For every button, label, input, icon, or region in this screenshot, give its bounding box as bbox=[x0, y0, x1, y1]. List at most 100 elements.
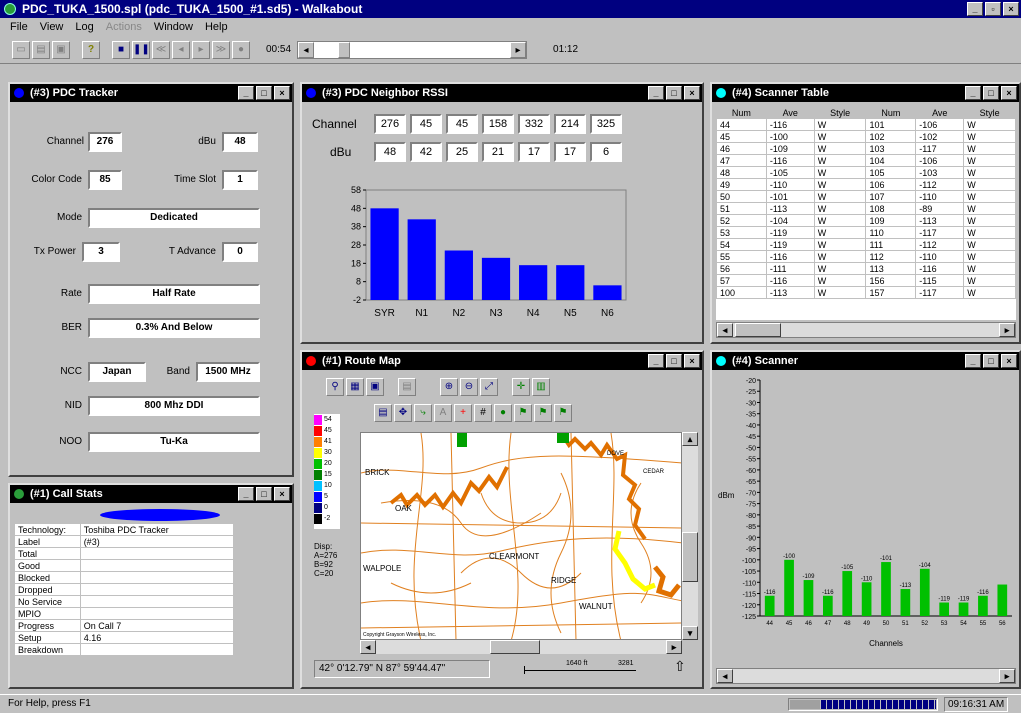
street-map[interactable]: BRICK OAK WALPOLE CLEARMONT RIDGE WALNUT DOVE C… bbox=[361, 433, 682, 640]
maximize-button[interactable]: □ bbox=[666, 354, 682, 368]
map-cross-icon[interactable]: + bbox=[454, 404, 472, 422]
new-file-icon[interactable]: ▭ bbox=[12, 40, 30, 59]
menu-help[interactable]: Help bbox=[205, 21, 228, 33]
maximize-button[interactable]: □ bbox=[983, 86, 999, 100]
minimize-button[interactable]: _ bbox=[238, 487, 254, 501]
close-button[interactable]: × bbox=[1001, 354, 1017, 368]
bar-ch46 bbox=[803, 580, 814, 616]
map-pan-icon[interactable]: ✥ bbox=[394, 404, 412, 422]
minimize-button[interactable]: _ bbox=[965, 354, 981, 368]
map-flag-icon[interactable]: ⚑ bbox=[534, 404, 552, 422]
map-label-icon[interactable]: A bbox=[434, 404, 452, 422]
pause-icon[interactable]: ❚❚ bbox=[132, 40, 150, 59]
scroll-up-icon[interactable]: ▴ bbox=[682, 432, 698, 446]
help-icon[interactable]: ? bbox=[82, 40, 100, 59]
scroll-thumb[interactable] bbox=[682, 532, 698, 582]
table-cell: W bbox=[963, 142, 1016, 155]
minimize-button[interactable]: _ bbox=[648, 86, 664, 100]
scroll-thumb[interactable] bbox=[735, 323, 781, 337]
map-grid-icon[interactable]: # bbox=[474, 404, 492, 422]
table-cell: W bbox=[963, 226, 1016, 239]
minimize-button[interactable]: _ bbox=[965, 86, 981, 100]
menu-file[interactable]: File bbox=[10, 21, 28, 33]
column-header[interactable]: Num bbox=[865, 106, 917, 119]
street-label: CLEARMONT bbox=[489, 552, 539, 561]
map-view-icon[interactable]: ▤ bbox=[374, 404, 392, 422]
record-icon[interactable]: ● bbox=[232, 40, 250, 59]
map-layer-icon[interactable]: ▦ bbox=[346, 378, 364, 396]
crosshair-icon[interactable]: ✛ bbox=[512, 378, 530, 396]
map-search-icon[interactable]: ⚲ bbox=[326, 378, 344, 396]
column-header[interactable]: Num bbox=[716, 106, 767, 119]
fast-forward-icon[interactable]: ≫ bbox=[212, 40, 230, 59]
map-print-icon[interactable]: ▤ bbox=[398, 378, 416, 396]
playback-slider[interactable]: ◂ ▸ bbox=[297, 40, 528, 59]
menu-actions[interactable]: Actions bbox=[106, 21, 142, 33]
x-tick-label: 52 bbox=[921, 621, 928, 627]
step-back-icon[interactable]: ◂ bbox=[172, 40, 190, 59]
close-button[interactable]: × bbox=[684, 354, 700, 368]
map-route-icon[interactable]: ⤷ bbox=[414, 404, 432, 422]
column-header[interactable]: Ave bbox=[915, 106, 965, 119]
table-cell: 156 bbox=[865, 274, 917, 287]
stop-icon[interactable]: ■ bbox=[112, 40, 130, 59]
scroll-left-icon[interactable]: ◂ bbox=[717, 323, 733, 337]
scroll-right-icon[interactable]: ▸ bbox=[999, 669, 1015, 683]
scanner-horizontal-scrollbar[interactable]: ◂ ▸ bbox=[716, 668, 1016, 684]
slider-right-icon[interactable]: ▸ bbox=[510, 41, 527, 58]
map-canvas[interactable]: BRICK OAK WALPOLE CLEARMONT RIDGE WALNUT DOVE C… bbox=[360, 432, 682, 640]
maximize-button[interactable]: □ bbox=[256, 86, 272, 100]
scroll-left-icon[interactable]: ◂ bbox=[717, 669, 733, 683]
column-header[interactable]: Style bbox=[813, 106, 867, 119]
menu-log[interactable]: Log bbox=[75, 21, 93, 33]
maximize-button[interactable]: □ bbox=[666, 86, 682, 100]
time-end: 01:12 bbox=[553, 44, 579, 55]
rewind-icon[interactable]: ≪ bbox=[152, 40, 170, 59]
scroll-right-icon[interactable]: ▸ bbox=[999, 323, 1015, 337]
menu-window[interactable]: Window bbox=[154, 21, 193, 33]
zoom-fit-icon[interactable]: ⤢ bbox=[480, 378, 498, 396]
scroll-thumb[interactable] bbox=[490, 640, 540, 654]
scroll-left-icon[interactable]: ◂ bbox=[360, 640, 376, 654]
stats-value bbox=[79, 607, 235, 620]
close-button[interactable]: × bbox=[1001, 86, 1017, 100]
map-vertical-scrollbar[interactable]: ▴ ▾ bbox=[682, 432, 698, 640]
close-button[interactable]: × bbox=[684, 86, 700, 100]
restore-button[interactable]: ▫ bbox=[985, 2, 1001, 16]
menu-view[interactable]: View bbox=[40, 21, 64, 33]
play-icon[interactable]: ▸ bbox=[192, 40, 210, 59]
slider-thumb[interactable] bbox=[338, 41, 351, 58]
close-button[interactable]: × bbox=[274, 487, 290, 501]
bar-ch47 bbox=[823, 595, 833, 616]
zoom-in-icon[interactable]: ⊕ bbox=[440, 378, 458, 396]
map-dot-icon[interactable]: ● bbox=[494, 404, 512, 422]
chart-icon[interactable]: ▥ bbox=[532, 378, 550, 396]
map-pin-icon[interactable]: ⚑ bbox=[514, 404, 532, 422]
map-horizontal-scrollbar[interactable]: ◂ ▸ bbox=[360, 640, 682, 654]
horizontal-scrollbar[interactable]: ◂ ▸ bbox=[716, 322, 1016, 338]
minimize-button[interactable]: _ bbox=[967, 2, 983, 16]
close-button[interactable]: × bbox=[1003, 2, 1019, 16]
save-icon[interactable]: ▣ bbox=[52, 40, 70, 59]
zoom-out-icon[interactable]: ⊖ bbox=[460, 378, 478, 396]
column-header[interactable]: Ave bbox=[765, 106, 815, 119]
scroll-down-icon[interactable]: ▾ bbox=[682, 626, 698, 640]
maximize-button[interactable]: □ bbox=[983, 354, 999, 368]
scroll-right-icon[interactable]: ▸ bbox=[666, 640, 682, 654]
minimize-button[interactable]: _ bbox=[648, 354, 664, 368]
open-file-icon[interactable]: ▤ bbox=[32, 40, 50, 59]
close-button[interactable]: × bbox=[274, 86, 290, 100]
rssi-dbu-cell: 21 bbox=[482, 142, 514, 162]
minimize-button[interactable]: _ bbox=[238, 86, 254, 100]
rate-value: Half Rate bbox=[88, 284, 260, 304]
table-cell: 50 bbox=[716, 190, 767, 203]
street-line bbox=[361, 622, 681, 629]
maximize-button[interactable]: □ bbox=[256, 487, 272, 501]
slider-left-icon[interactable]: ◂ bbox=[298, 41, 315, 58]
rssi-dbu-cell: 25 bbox=[446, 142, 478, 162]
y-tick-label: -125 bbox=[742, 614, 756, 621]
map-flag2-icon[interactable]: ⚑ bbox=[554, 404, 572, 422]
map-image-icon[interactable]: ▣ bbox=[366, 378, 384, 396]
table-cell: 104 bbox=[865, 154, 917, 167]
column-header[interactable]: Style bbox=[963, 106, 1016, 119]
